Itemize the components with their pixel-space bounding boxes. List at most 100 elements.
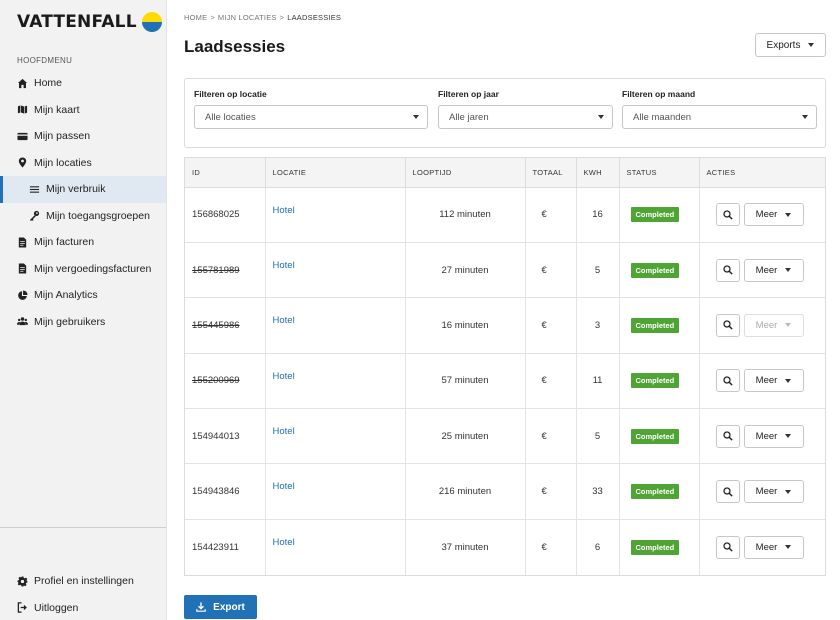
cell-kwh: 33 [576, 463, 620, 520]
cell-status: Completed [619, 242, 700, 299]
table-header-row: ID LOCATIE LOOPTIJD TOTAAL KWH STATUS AC… [185, 158, 825, 188]
vattenfall-logo[interactable]: VATTENFALL [17, 12, 162, 32]
sidebar-item-label: Mijn facturen [34, 236, 95, 249]
sidebar-item-passes[interactable]: Mijn passen [0, 123, 166, 150]
view-session-button[interactable] [715, 480, 740, 504]
sidebar-item-profile-settings[interactable]: Profiel en instellingen [0, 568, 166, 595]
column-header-location[interactable]: LOCATIE [265, 158, 406, 188]
view-session-button[interactable] [715, 369, 740, 393]
location-link[interactable]: Hotel [273, 426, 295, 437]
document-icon [17, 237, 28, 248]
cell-status: Completed [619, 408, 700, 465]
cell-id: 155200969 [185, 353, 266, 410]
search-icon [722, 265, 733, 275]
more-actions-button[interactable]: Meer [743, 203, 804, 227]
location-link[interactable]: Hotel [273, 371, 295, 382]
sidebar-item-logout[interactable]: Uitloggen [0, 595, 166, 620]
cell-duration: 27 minuten [405, 242, 526, 299]
more-actions-button[interactable]: Meer [743, 369, 804, 393]
cell-duration: 25 minuten [405, 408, 526, 465]
caret-down-icon [413, 115, 419, 119]
cell-id: 154423911 [185, 519, 266, 575]
more-actions-label: Meer [755, 319, 778, 331]
breadcrumb-home[interactable]: HOME [184, 13, 207, 22]
sidebar-item-users[interactable]: Mijn gebruikers [0, 309, 166, 336]
more-actions-button[interactable]: Meer [743, 535, 804, 559]
cell-status: Completed [619, 353, 700, 410]
gear-icon [17, 576, 28, 587]
row-actions: Meer [715, 258, 826, 282]
cell-actions: Meer [699, 408, 825, 465]
caret-down-icon [785, 323, 792, 328]
more-actions-button[interactable]: Meer [743, 480, 804, 504]
cell-actions: Meer [699, 463, 826, 520]
download-icon [196, 602, 206, 612]
cell-total: € [525, 519, 577, 575]
search-icon [722, 542, 733, 552]
sidebar-item-map[interactable]: Mijn kaart [0, 97, 166, 124]
search-icon [722, 376, 733, 386]
cell-location: Hotel [265, 519, 406, 575]
row-actions: Meer [715, 480, 826, 504]
location-link[interactable]: Hotel [273, 537, 295, 548]
cell-duration: 16 minuten [405, 297, 526, 354]
column-header-id[interactable]: ID [185, 158, 266, 188]
view-session-button[interactable] [715, 535, 740, 559]
filter-year-select[interactable]: Alle jaren [438, 105, 613, 129]
sidebar-item-label: Mijn verbruik [46, 183, 106, 196]
sidebar-item-reimbursement-invoices[interactable]: Mijn vergoedingsfacturen [0, 256, 166, 283]
filter-month: Filteren op maand Alle maanden [622, 89, 817, 129]
status-badge: Completed [630, 207, 680, 223]
cell-location: Hotel [265, 463, 406, 520]
column-header-duration[interactable]: LOOPTIJD [405, 158, 526, 188]
location-link[interactable]: Hotel [273, 315, 295, 326]
column-header-status[interactable]: STATUS [619, 158, 700, 188]
filter-month-select[interactable]: Alle maanden [622, 105, 817, 129]
menu-heading: HOOFDMENU [17, 56, 73, 65]
caret-down-icon [598, 115, 604, 119]
more-actions-button[interactable]: Meer [743, 424, 804, 448]
cell-id: 155445986 [185, 297, 266, 354]
caret-down-icon [785, 212, 792, 217]
view-session-button[interactable] [715, 203, 740, 227]
sidebar-item-locations[interactable]: Mijn locaties [0, 150, 166, 177]
filter-year-value: Alle jaren [449, 111, 489, 123]
cell-status: Completed [619, 297, 700, 354]
location-link[interactable]: Hotel [273, 260, 295, 271]
location-link[interactable]: Hotel [273, 481, 295, 492]
filters-panel: Filteren op locatie Alle locaties Filter… [184, 78, 826, 148]
sidebar-item-usage[interactable]: Mijn verbruik [0, 176, 166, 203]
table-row: 155781989 Hotel 27 minuten €5 Completed Meer [185, 242, 826, 299]
column-header-total[interactable]: TOTAAL [525, 158, 577, 188]
search-icon [722, 320, 733, 331]
view-session-button[interactable] [715, 424, 740, 448]
view-session-button[interactable] [715, 258, 740, 282]
more-actions-button[interactable]: Meer [743, 258, 804, 282]
table-row: 155445986 Hotel 16 minuten €3 Completed Meer [185, 297, 825, 354]
users-icon [17, 316, 28, 327]
exports-dropdown-button[interactable]: Exports [755, 33, 826, 57]
cell-total: € [525, 463, 577, 520]
filter-month-label: Filteren op maand [622, 89, 696, 99]
more-actions-label: Meer [755, 264, 778, 276]
export-button[interactable]: Export [184, 595, 257, 619]
caret-down-icon [785, 268, 792, 273]
filter-location-select[interactable]: Alle locaties [194, 105, 428, 129]
exports-label: Exports [766, 39, 801, 51]
breadcrumb-locations[interactable]: MIJN LOCATIES [218, 13, 277, 22]
sidebar-item-analytics[interactable]: Mijn Analytics [0, 282, 166, 309]
sidebar-item-access-groups[interactable]: Mijn toegangsgroepen [0, 203, 166, 230]
page-title: Laadsessies [184, 37, 286, 56]
sidebar-item-home[interactable]: Home [0, 70, 166, 97]
column-header-kwh[interactable]: KWH [576, 158, 620, 188]
sidebar-item-invoices[interactable]: Mijn facturen [0, 229, 166, 256]
view-session-button[interactable] [715, 313, 740, 337]
more-actions-label: Meer [755, 486, 778, 498]
location-link[interactable]: Hotel [273, 205, 295, 216]
cell-actions: Meer [699, 519, 825, 574]
filter-year-label: Filteren op jaar [438, 89, 499, 99]
cell-location: Hotel [265, 353, 406, 410]
sidebar-item-label: Mijn passen [34, 130, 91, 143]
status-badge: Completed [630, 317, 680, 333]
status-badge: Completed [630, 539, 680, 555]
